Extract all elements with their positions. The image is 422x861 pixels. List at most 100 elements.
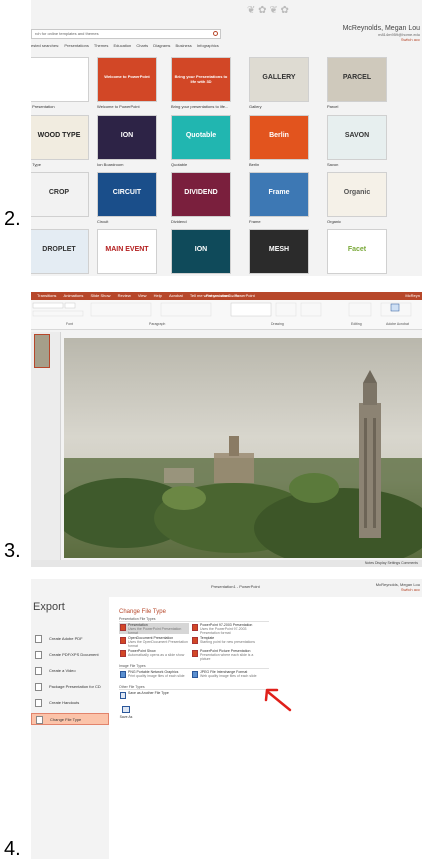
- template-tile-label: k Presentation: [31, 104, 55, 109]
- template-tile[interactable]: SAVON: [327, 115, 387, 160]
- suggested-link-infographics[interactable]: Infographics: [197, 43, 219, 48]
- page-title: Export: [33, 601, 65, 613]
- suggested-link-themes[interactable]: Themes: [94, 43, 108, 48]
- template-tile-title: Organic: [343, 189, 371, 196]
- document-icon: [35, 651, 42, 659]
- option-presentation[interactable]: Presentation Uses the PowerPoint Presenta…: [119, 623, 189, 635]
- option-desc: Uses the PowerPoint Presentation format: [128, 627, 182, 635]
- template-tile[interactable]: PARCEL: [327, 57, 387, 102]
- package-cd-item[interactable]: Package Presentation for CD: [31, 681, 109, 693]
- jpeg-icon: [192, 671, 198, 678]
- tab-slide-show[interactable]: Slide Show: [90, 293, 110, 298]
- item-label: Create a Video: [49, 668, 76, 673]
- template-tile[interactable]: Facet: [327, 229, 387, 274]
- create-handouts-item[interactable]: Create Handouts: [31, 697, 109, 709]
- template-tile[interactable]: ION: [171, 229, 231, 274]
- template-tile[interactable]: Bring your Presentations to life with 3D: [171, 57, 231, 102]
- option-picture-presentation[interactable]: PowerPoint Picture Presentation Presentat…: [191, 649, 261, 661]
- tab-transitions[interactable]: Transitions: [37, 293, 56, 298]
- save-as-button[interactable]: Save As: [119, 706, 133, 724]
- ppt-icon: [192, 624, 198, 631]
- template-tile[interactable]: CROP: [31, 172, 89, 217]
- template-tile[interactable]: Quotable: [171, 115, 231, 160]
- template-tile-title: GALLERY: [262, 74, 296, 81]
- suggested-link-diagrams[interactable]: Diagrams: [153, 43, 170, 48]
- slide-canvas[interactable]: [64, 338, 422, 558]
- option-save-as-another[interactable]: Save as Another File Type: [119, 691, 189, 702]
- template-tile[interactable]: [31, 57, 89, 102]
- template-tile[interactable]: MAIN EVENT: [97, 229, 157, 274]
- template-search-input[interactable]: rch for online templates and themes: [31, 29, 221, 39]
- option-powerpoint-show[interactable]: PowerPoint Show Automatically opens as a …: [119, 649, 189, 660]
- tab-view[interactable]: View: [138, 293, 147, 298]
- status-bar: Notes Display Settings Comments: [31, 560, 422, 567]
- pdf-icon: [35, 635, 42, 643]
- template-icon: [192, 637, 198, 644]
- template-tile[interactable]: ION: [97, 115, 157, 160]
- account-info: McReynolds, Megan Lou m814m959@home.edu …: [343, 25, 420, 42]
- item-label: Create Adobe PDF: [49, 636, 83, 641]
- template-tile-title: DIVIDEND: [184, 189, 218, 196]
- template-tile-title: Frame: [268, 189, 290, 196]
- template-gallery-screenshot: ❦ ✿ ❦ ✿ rch for online templates and the…: [31, 0, 422, 276]
- tab-help[interactable]: Help: [154, 293, 162, 298]
- tab-acrobat[interactable]: Acrobat: [169, 293, 183, 298]
- create-video-item[interactable]: Create a Video: [31, 665, 109, 677]
- tab-animations[interactable]: Animations: [64, 293, 84, 298]
- search-placeholder: rch for online templates and themes: [35, 31, 99, 36]
- create-pdf-xps-item[interactable]: Create PDF/XPS Document: [31, 649, 109, 661]
- template-tile[interactable]: Welcome to PowerPoint: [97, 57, 157, 102]
- template-tile-title: Berlin: [269, 132, 289, 139]
- template-tile-label: Circuit: [97, 219, 109, 224]
- suggested-link-charts[interactable]: Charts: [136, 43, 148, 48]
- create-adobe-pdf-item[interactable]: Create Adobe PDF: [31, 633, 109, 645]
- template-tile-title: ION: [194, 246, 208, 253]
- template-tile[interactable]: DIVIDEND: [171, 172, 231, 217]
- template-tile-title: WOOD TYPE: [37, 132, 81, 139]
- template-tile[interactable]: CIRCUIT: [97, 172, 157, 217]
- option-desc: Automatically opens as a slide show: [128, 653, 185, 657]
- template-tile-title: DROPLET: [42, 246, 76, 253]
- suggested-link-education[interactable]: Education: [113, 43, 131, 48]
- editor-screenshot: Transitions Animations Slide Show Review…: [31, 292, 422, 567]
- switch-account-link[interactable]: Switch acc: [376, 587, 420, 592]
- template-tile[interactable]: Berlin: [249, 115, 309, 160]
- group-editing: Editing: [351, 322, 362, 326]
- option-png[interactable]: PNG Portable Network Graphics Print quali…: [119, 670, 189, 681]
- template-tile[interactable]: Organic: [327, 172, 387, 217]
- template-tile-label: Gallery: [249, 104, 262, 109]
- template-tile-title: Welcome to PowerPoint: [104, 74, 150, 79]
- template-tile[interactable]: DROPLET: [31, 229, 89, 274]
- option-jpeg[interactable]: JPEG File Interchange Format Web quality …: [191, 670, 261, 681]
- group-adobe-acrobat: Adobe Acrobat: [386, 322, 409, 326]
- suggested-link-business[interactable]: Business: [176, 43, 192, 48]
- image-file-types-header: Image File Types: [119, 664, 269, 669]
- campus-photo: [64, 338, 422, 558]
- template-tile-title: CIRCUIT: [112, 189, 142, 196]
- search-icon[interactable]: [213, 31, 218, 36]
- template-tile[interactable]: Frame: [249, 172, 309, 217]
- suggested-searches: ested searches: Presentations Themes Edu…: [31, 43, 223, 48]
- option-opendocument[interactable]: OpenDocument Presentation Uses the OpenDo…: [119, 636, 189, 648]
- template-tile-label: Dividend: [171, 219, 187, 224]
- option-ppt-97-2003[interactable]: PowerPoint 97-2003 Presentation Uses the …: [191, 623, 261, 635]
- change-file-type-item[interactable]: Change File Type: [31, 713, 109, 725]
- template-tile[interactable]: GALLERY: [249, 57, 309, 102]
- suggested-link-presentations[interactable]: Presentations: [64, 43, 88, 48]
- tab-review[interactable]: Review: [118, 293, 131, 298]
- template-tile-label: Frame: [249, 219, 261, 224]
- show-icon: [120, 650, 126, 657]
- option-template[interactable]: Template Starting point for new presentat…: [191, 636, 261, 647]
- file-icon: [120, 692, 126, 699]
- slide-thumbnail[interactable]: [34, 334, 50, 368]
- item-label: Package Presentation for CD: [49, 684, 101, 689]
- other-file-types-header: Other File Types: [119, 685, 269, 690]
- template-tile-title: SAVON: [344, 132, 370, 139]
- template-tile-label: Berlin: [249, 162, 260, 167]
- window-title: Presentation1 - PowerPoint: [211, 584, 260, 589]
- template-tile[interactable]: WOOD TYPE: [31, 115, 89, 160]
- export-screenshot: Presentation1 - PowerPoint McReynolds, M…: [31, 579, 422, 859]
- switch-account-link[interactable]: Switch acc: [343, 37, 420, 42]
- png-icon: [120, 671, 126, 678]
- template-tile[interactable]: MESH: [249, 229, 309, 274]
